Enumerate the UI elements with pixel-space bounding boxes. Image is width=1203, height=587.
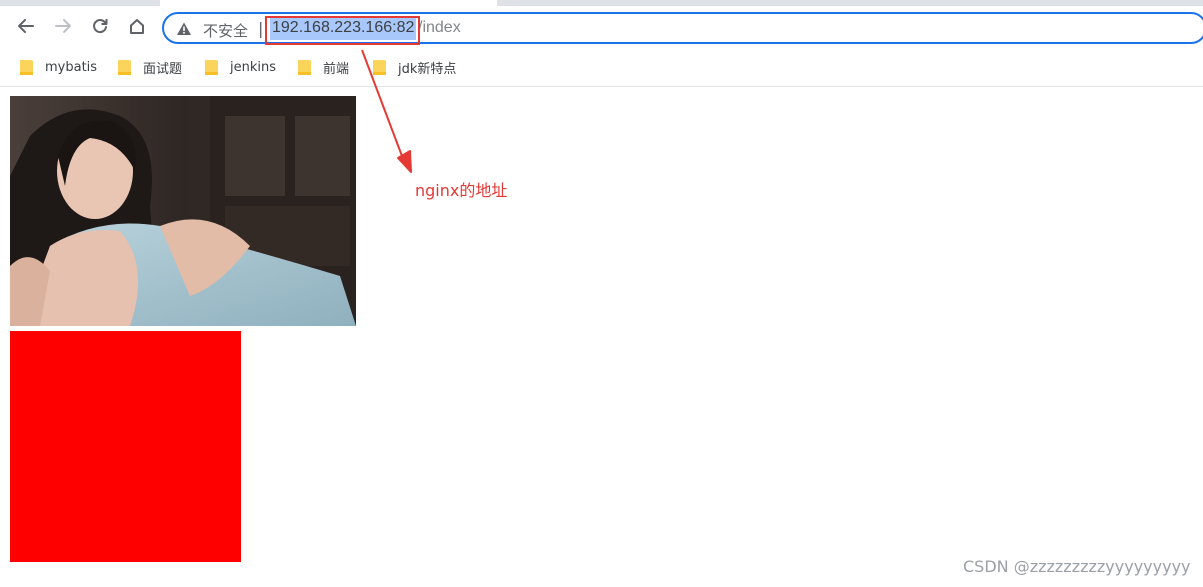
bookmark-jenkins[interactable]: jenkins bbox=[205, 56, 276, 78]
security-status-label[interactable]: 不安全 bbox=[203, 20, 248, 41]
back-button[interactable] bbox=[12, 12, 40, 40]
home-icon bbox=[130, 19, 144, 34]
arrow-left-icon bbox=[18, 19, 34, 33]
home-button[interactable] bbox=[123, 12, 151, 40]
page-photo bbox=[10, 96, 356, 326]
folder-icon bbox=[298, 59, 311, 75]
folder-icon bbox=[373, 59, 386, 75]
reload-icon bbox=[93, 19, 108, 34]
annotation-label: nginx的地址 bbox=[415, 181, 508, 200]
folder-icon bbox=[20, 59, 33, 75]
toolbar-divider bbox=[0, 86, 1203, 87]
url-path[interactable]: /index bbox=[418, 19, 461, 37]
bookmark-label: 面试题 bbox=[143, 61, 183, 77]
folder-icon bbox=[118, 59, 131, 75]
csdn-watermark: CSDN @zzzzzzzzzyyyyyyyyy bbox=[963, 557, 1191, 576]
warning-triangle-icon bbox=[177, 22, 191, 35]
bookmark-label: jdk新特点 bbox=[398, 61, 457, 77]
reload-button[interactable] bbox=[86, 12, 114, 40]
annotation-highlight-box bbox=[265, 16, 420, 45]
address-separator: | bbox=[258, 19, 264, 38]
bookmark-jdk[interactable]: jdk新特点 bbox=[373, 56, 456, 78]
bookmark-interview[interactable]: 面试题 bbox=[118, 56, 182, 78]
photo-illustration bbox=[10, 96, 356, 326]
bookmark-label: jenkins bbox=[230, 59, 277, 75]
red-block bbox=[10, 331, 241, 562]
forward-button[interactable] bbox=[49, 12, 77, 40]
bookmark-frontend[interactable]: 前端 bbox=[298, 56, 349, 78]
bookmark-mybatis[interactable]: mybatis bbox=[20, 56, 97, 78]
bookmarks-bar: mybatis 面试题 jenkins 前端 jdk新特点 bbox=[0, 50, 1203, 82]
arrow-right-icon bbox=[55, 19, 71, 33]
bookmark-label: mybatis bbox=[45, 59, 98, 75]
browser-toolbar: 不安全 | 192.168.223.166:82 /index bbox=[0, 6, 1203, 46]
bookmark-label: 前端 bbox=[323, 61, 350, 77]
folder-icon bbox=[205, 59, 218, 75]
